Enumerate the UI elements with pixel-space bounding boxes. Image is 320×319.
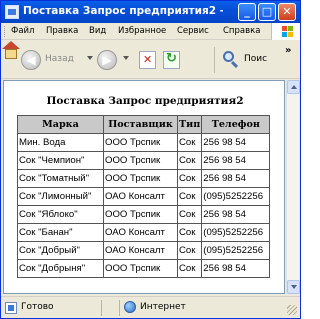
- back-button-label[interactable]: Назад: [45, 54, 74, 64]
- cell-supplier: ОАО Консалт: [103, 241, 178, 260]
- title-bar: Поставка Запрос предприятия2 - Mic... _ …: [1, 1, 300, 23]
- vertical-scrollbar[interactable]: [286, 80, 300, 294]
- cell-type: Сок: [176, 133, 203, 152]
- cell-type: Сок: [176, 259, 203, 278]
- menu-bar: Файл Правка Вид Избранное Сервис Справка…: [1, 23, 300, 40]
- table-row: Сок "Яблоко" ООО Трспик Сок 256 98 54: [17, 205, 271, 224]
- cell-phone: 256 98 54: [201, 169, 271, 188]
- security-zone-label: Интернет: [140, 302, 186, 312]
- cell-brand: Мин. Вода: [17, 133, 104, 152]
- status-divider: [101, 300, 102, 316]
- close-button[interactable]: ✕: [278, 3, 296, 21]
- table-row: Сок "Чемпион" ООО Трспик Сок 256 98 54: [17, 151, 271, 170]
- cell-phone: 256 98 54: [201, 133, 271, 152]
- cell-brand: Сок "Добрыня": [17, 259, 104, 278]
- cell-brand: Сок "Лимонный": [17, 187, 104, 206]
- cell-phone: (095)5252256: [201, 241, 271, 260]
- cell-type: Сок: [176, 151, 203, 170]
- cell-phone: 256 98 54: [201, 151, 271, 170]
- back-arrow-icon[interactable]: ◀: [21, 50, 41, 70]
- stop-icon[interactable]: [139, 51, 156, 69]
- search-icon[interactable]: [223, 51, 239, 69]
- table-row: Сок "Добрыня" ООО Трспик Сок 256 98 54: [17, 259, 271, 278]
- menu-view[interactable]: Вид: [89, 26, 106, 36]
- ie-page-icon: [5, 5, 19, 19]
- cell-brand: Сок "Банан": [17, 223, 104, 242]
- window-title: Поставка Запрос предприятия2 - Mic...: [23, 5, 223, 17]
- windows-logo-icon: [271, 23, 300, 40]
- menu-file[interactable]: Файл: [11, 26, 34, 36]
- column-header-brand: Марка: [17, 115, 104, 134]
- table-row: Сок "Добрый" ОАО Консалт Сок (095)525225…: [17, 241, 271, 260]
- table-row: Сок "Лимонный" ОАО Консалт Сок (095)5252…: [17, 187, 271, 206]
- cell-type: Сок: [176, 241, 203, 260]
- page-title: Поставка Запрос предприятия2: [46, 95, 244, 107]
- back-dropdown-icon[interactable]: [87, 56, 93, 60]
- cell-supplier: ООО Трспик: [103, 169, 178, 188]
- page-done-icon: [5, 302, 17, 314]
- browser-window: Поставка Запрос предприятия2 - Mic... _ …: [0, 0, 301, 319]
- status-text: Готово: [21, 302, 54, 312]
- column-header-phone: Телефон: [201, 115, 271, 134]
- toolbar-divider: [214, 47, 215, 73]
- cell-supplier: ООО Трспик: [103, 205, 178, 224]
- cell-phone: 256 98 54: [201, 205, 271, 224]
- scroll-up-arrow-icon[interactable]: [287, 80, 300, 94]
- cell-brand: Сок "Добрый": [17, 241, 104, 260]
- resize-grip[interactable]: [287, 305, 297, 315]
- menu-help[interactable]: Справка: [223, 26, 260, 36]
- cell-supplier: ООО Трспик: [103, 259, 178, 278]
- page-content: Поставка Запрос предприятия2 Марка Поста…: [3, 80, 285, 294]
- table-row: Сок "Томатный" ООО Трспик Сок 256 98 54: [17, 169, 271, 188]
- table-row: Сок "Банан" ОАО Консалт Сок (095)5252256: [17, 223, 271, 242]
- menu-edit[interactable]: Правка: [46, 26, 78, 36]
- cell-phone: 256 98 54: [201, 259, 271, 278]
- cell-brand: Сок "Томатный": [17, 169, 104, 188]
- column-header-supplier: Поставщик: [103, 115, 178, 134]
- table-row: Мин. Вода ООО Трспик Сок 256 98 54: [17, 133, 271, 152]
- menu-favorites[interactable]: Избранное: [118, 26, 166, 36]
- cell-type: Сок: [176, 187, 203, 206]
- cell-supplier: ОАО Консалт: [103, 187, 178, 206]
- cell-supplier: ОАО Консалт: [103, 223, 178, 242]
- forward-arrow-icon[interactable]: ▶: [97, 50, 117, 70]
- internet-globe-icon: [124, 301, 136, 313]
- refresh-icon[interactable]: [163, 51, 180, 69]
- cell-supplier: ООО Трспик: [103, 133, 178, 152]
- menu-tools[interactable]: Сервис: [177, 26, 209, 36]
- cell-type: Сок: [176, 223, 203, 242]
- status-divider: [119, 300, 120, 316]
- forward-dropdown-icon[interactable]: [123, 56, 129, 60]
- toolbar-overflow-chevron-icon[interactable]: »: [285, 45, 291, 56]
- minimize-button[interactable]: _: [238, 3, 256, 21]
- status-bar: Готово Интернет: [1, 296, 300, 318]
- cell-supplier: ООО Трспик: [103, 151, 178, 170]
- supply-table: Марка Поставщик Тип Телефон Мин. Вода ОО…: [17, 115, 271, 278]
- maximize-button[interactable]: □: [258, 3, 276, 21]
- cell-brand: Сок "Яблоко": [17, 205, 104, 224]
- toolbar-grip[interactable]: [4, 26, 7, 37]
- cell-brand: Сок "Чемпион": [17, 151, 104, 170]
- search-button-label[interactable]: Поис: [244, 54, 267, 64]
- cell-phone: (095)5252256: [201, 187, 271, 206]
- column-header-type: Тип: [176, 115, 203, 134]
- toolbar: ◀ Назад ▶ Поис »: [1, 41, 300, 79]
- table-header-row: Марка Поставщик Тип Телефон: [17, 115, 271, 134]
- cell-phone: (095)5252256: [201, 223, 271, 242]
- scroll-down-arrow-icon[interactable]: [287, 280, 300, 294]
- cell-type: Сок: [176, 169, 203, 188]
- cell-type: Сок: [176, 205, 203, 224]
